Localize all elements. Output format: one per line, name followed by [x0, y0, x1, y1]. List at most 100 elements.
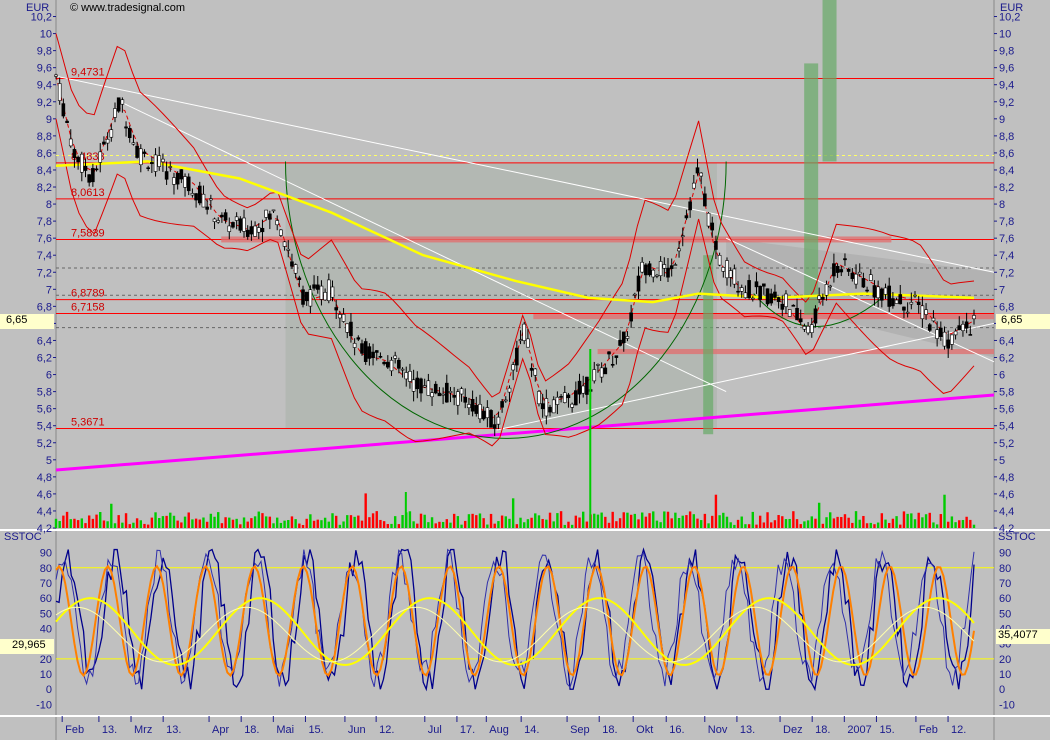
volume-bar [943, 494, 946, 528]
volume-bar [832, 518, 836, 528]
candle-body [680, 235, 685, 237]
candle-body [529, 367, 534, 371]
candle-body [570, 403, 574, 408]
volume-bar [121, 522, 124, 528]
volume-bar [733, 524, 736, 528]
price-tick-label-left: 8,2 [37, 182, 52, 194]
candle-body [374, 350, 379, 353]
volume-bar [770, 522, 773, 528]
candle-body [839, 269, 844, 273]
candle-body [673, 264, 678, 266]
candle-body [739, 287, 744, 292]
candle-body [522, 323, 527, 341]
volume-bar [751, 511, 754, 528]
price-tick-label-left: 7,6 [37, 233, 52, 245]
volume-bar [659, 522, 662, 528]
time-axis-label: 17. [460, 724, 475, 736]
price-tick-label-left: 6,2 [37, 353, 52, 365]
time-axis-label: 15. [879, 724, 894, 736]
price-tick-label-right: 6,4 [999, 335, 1014, 347]
price-tick-label-right: 5,2 [999, 438, 1014, 450]
volume-bar [508, 518, 511, 528]
volume-bar [169, 512, 172, 528]
candle-body [157, 155, 162, 167]
candle-body [444, 382, 449, 403]
volume-bar [124, 513, 128, 528]
candle-body [304, 291, 309, 302]
candle-body [301, 289, 305, 305]
candle-body [168, 166, 173, 168]
volume-bar [430, 517, 434, 528]
price-tick-label-left: 7,2 [37, 267, 52, 279]
volume-bar [626, 512, 629, 528]
candle-body [577, 380, 582, 395]
stoch-tick-label-left: 40 [40, 624, 52, 636]
candle-body [356, 337, 361, 340]
volume-bar [788, 518, 791, 528]
price-tick-label-right: 7,4 [999, 250, 1014, 262]
candle-body [109, 129, 114, 138]
candle-body [537, 391, 541, 405]
price-tick-label-left: 8,4 [37, 165, 52, 177]
price-tick-label-left: 6 [46, 370, 52, 382]
volume-bar [585, 521, 589, 528]
candle-body [485, 407, 490, 419]
green-signal-bar-3 [822, 0, 837, 162]
price-tick-label-left: 6,8 [37, 301, 52, 313]
candle-body [644, 264, 648, 276]
price-tick-label-right: 4,6 [999, 489, 1014, 501]
candle-body [599, 367, 604, 378]
volume-bar [242, 517, 246, 528]
candle-body [341, 313, 346, 322]
candle-body [813, 308, 818, 324]
level-label: 7,5839 [71, 228, 105, 240]
volume-bar [84, 523, 87, 528]
candle-body [474, 405, 479, 414]
candle-body [935, 329, 939, 339]
volume-bar [541, 518, 544, 528]
candle-body [905, 311, 910, 314]
candle-body [352, 343, 357, 348]
candle-body [426, 380, 431, 396]
candle-body [68, 138, 73, 147]
candle-body [647, 263, 652, 276]
candle-body [710, 222, 715, 231]
volume-bar [154, 512, 157, 528]
candle-body [828, 285, 833, 288]
time-axis-label: Nov [708, 724, 728, 736]
volume-bar [235, 518, 238, 528]
stoch-tick-label-right: 10 [999, 669, 1011, 681]
time-axis-label: Jul [428, 724, 442, 736]
candle-body [706, 212, 711, 227]
candle-body [621, 331, 626, 344]
volume-bar [150, 517, 154, 528]
candle-body [492, 424, 497, 429]
candle-body [209, 198, 213, 201]
volume-bar [685, 515, 688, 528]
stoch-tick-label-right: 60 [999, 593, 1011, 605]
candle-body [865, 289, 869, 292]
candle-body [636, 275, 641, 292]
volume-bar [113, 523, 117, 528]
volume-bar [342, 521, 345, 528]
volume-bar [478, 513, 482, 528]
volume-bar [489, 513, 493, 528]
volume-bar [548, 512, 552, 528]
candle-body [260, 227, 265, 233]
volume-bar [99, 512, 102, 528]
stoch-tick-label-right: -10 [999, 699, 1015, 711]
time-axis-label: 2007 [847, 724, 871, 736]
price-tick-label-left: 8,6 [37, 148, 52, 160]
time-axis-label: 15. [308, 724, 323, 736]
candle-body [411, 379, 416, 392]
price-tick-label-left: 9,4 [37, 80, 52, 92]
volume-bar [688, 511, 692, 528]
volume-bar [762, 522, 766, 528]
volume-bar [924, 514, 928, 528]
candle-body [526, 338, 530, 348]
candle-body [787, 309, 792, 317]
volume-bar [464, 520, 467, 528]
time-axis-label: Jun [348, 724, 366, 736]
candle-body [769, 293, 774, 304]
volume-bar [441, 521, 445, 528]
